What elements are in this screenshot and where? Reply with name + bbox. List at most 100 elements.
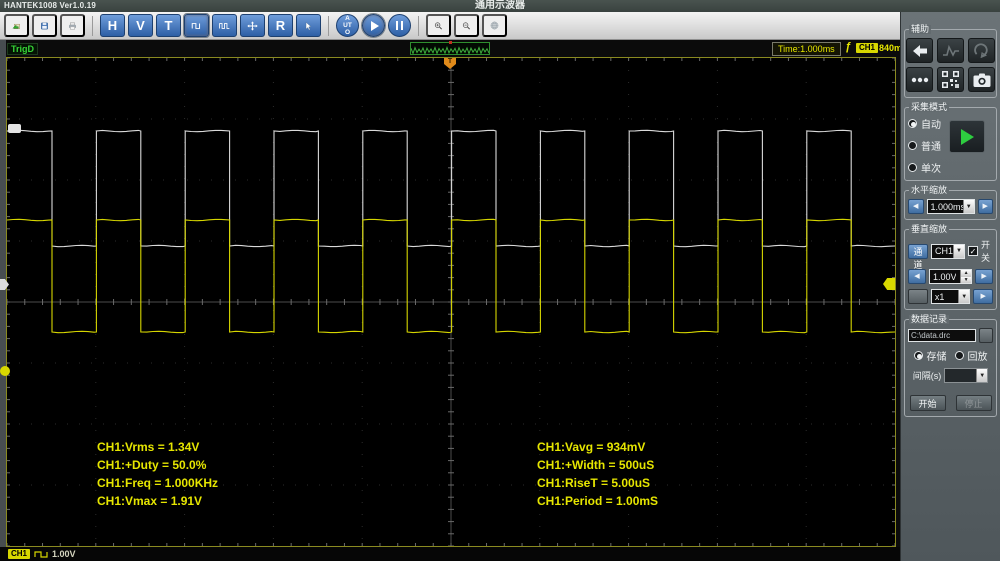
radio-icon[interactable] (913, 351, 923, 360)
oscilloscope-app: HANTEK1008 Ver1.0.19 通用示波器 H V T R AUTO (0, 0, 1000, 561)
control-sidebar: 辅助 采集模式 自动 普通 单次 水平缩放 ◀ 1.000ms ▼ ▶ 垂直缩放… (900, 12, 1000, 561)
window-title: 通用示波器 (475, 0, 525, 11)
title-bar: HANTEK1008 Ver1.0.19 通用示波器 (0, 0, 1000, 12)
trigger-channel-badge: CH1 (856, 43, 879, 53)
measurement-text: CH1:+Width = 500uS (537, 458, 655, 472)
timebase-value: 1.000ms (930, 201, 964, 212)
qr-code-icon (942, 71, 959, 88)
volts-per-div-readout: 1.00V (52, 549, 76, 559)
run-button[interactable] (361, 13, 386, 38)
play-icon (370, 20, 379, 31)
probe-button[interactable] (908, 289, 928, 304)
radio-label: 存储 (926, 352, 947, 363)
camera-icon (973, 73, 990, 87)
open-icon (12, 23, 20, 29)
channel-button[interactable]: 通道 (908, 243, 928, 270)
toolbar-separator (328, 15, 329, 36)
waveform-recall-button (937, 38, 964, 63)
radio-option[interactable]: 存储 (913, 348, 947, 363)
double-square-wave-icon (219, 22, 230, 29)
h-label: H (107, 18, 118, 33)
timebase-decrease-button[interactable]: ◀ (908, 199, 924, 214)
volts-increase-button[interactable]: ▶ (975, 269, 993, 284)
radio-option[interactable]: 普通 (908, 138, 941, 153)
auto-label: AUTO (343, 15, 352, 36)
cursor-icon (305, 21, 312, 30)
acquire-run-button[interactable] (949, 120, 985, 153)
open-button[interactable] (4, 14, 29, 37)
radio-option[interactable]: 自动 (908, 116, 941, 131)
radio-option[interactable]: 单次 (908, 160, 941, 175)
save-button[interactable] (32, 14, 57, 37)
interval-select: ▼ (944, 368, 989, 383)
save-icon (41, 22, 48, 29)
trigger-system-button[interactable]: T (156, 14, 181, 37)
channel-status-bar: CH1 1.00V (0, 547, 900, 561)
zoom-in-button[interactable] (426, 14, 451, 37)
radio-option[interactable]: 回放 (954, 348, 988, 363)
channel1-offset-marker[interactable] (0, 366, 10, 376)
toolbar: H V T R AUTO (0, 12, 900, 40)
redo-arrow-icon (973, 43, 988, 58)
print-icon (69, 22, 76, 29)
autoset-button[interactable]: AUTO (336, 14, 359, 37)
probe-next-button[interactable]: ▶ (973, 289, 993, 304)
zoom-out-button[interactable] (454, 14, 479, 37)
timebase-select[interactable]: 1.000ms ▼ (926, 199, 975, 214)
zoom-in-icon (434, 21, 443, 30)
acquire-options: 自动 普通 单次 (908, 116, 941, 175)
spinner-arrows-icon[interactable]: ▲ ▼ (960, 270, 972, 283)
record-start-button[interactable]: 开始 (909, 395, 946, 411)
waveform-mode-button[interactable] (183, 13, 210, 38)
radio-icon[interactable] (908, 141, 917, 150)
t-label: T (164, 18, 173, 33)
qrcode-button[interactable] (937, 67, 964, 92)
v-label: V (136, 18, 145, 33)
radio-icon[interactable] (908, 119, 917, 128)
channel1-badge[interactable]: CH1 (8, 549, 31, 559)
screenshot-button[interactable] (968, 67, 995, 92)
run-play-icon (960, 128, 974, 145)
radio-icon[interactable] (908, 163, 917, 172)
channel2-level-tag[interactable] (8, 124, 21, 133)
vertical-system-button[interactable]: V (128, 14, 153, 37)
preview-waveform-icon (410, 46, 490, 55)
chevron-down-icon: ▼ (963, 200, 974, 213)
radio-label: 回放 (967, 352, 988, 363)
waveform-mode2-button[interactable] (212, 14, 237, 37)
horizontal-panel-label: 水平缩放 (909, 185, 950, 195)
channel-enable-checkbox[interactable]: ✓ (968, 246, 978, 256)
horizontal-system-button[interactable]: H (100, 14, 125, 37)
cursor-button[interactable] (296, 14, 321, 37)
measurement-text: CH1:Vrms = 1.34V (97, 440, 200, 454)
r-label: R (275, 18, 286, 33)
expand-view-button[interactable] (240, 14, 265, 37)
record-path-input[interactable] (908, 329, 976, 342)
trigger-icon: ƒ (845, 41, 852, 53)
back-button[interactable] (906, 38, 933, 63)
probe-select[interactable]: x1 ▼ (930, 289, 971, 304)
pulse-icon (942, 44, 959, 57)
switch-label: 开关 (981, 240, 991, 263)
radio-icon[interactable] (954, 351, 964, 360)
print-button[interactable] (60, 14, 85, 37)
acquire-panel-label: 采集模式 (909, 102, 950, 112)
back-arrow-icon (912, 44, 927, 57)
timebase-increase-button[interactable]: ▶ (977, 199, 993, 214)
zoom-out-icon (462, 21, 471, 30)
timebase-readout: Time:1.000ms (772, 42, 841, 56)
channel-value: CH1 (934, 246, 953, 256)
record-stop-button: 停止 (955, 395, 992, 411)
aux-panel-label: 辅助 (909, 24, 932, 34)
memory-preview[interactable] (410, 41, 490, 55)
volts-value: 1.00V (932, 271, 957, 282)
volts-decrease-button[interactable]: ◀ (908, 269, 926, 284)
probe-value: x1 (934, 291, 945, 302)
channel-select[interactable]: CH1 ▼ (930, 243, 965, 259)
preview-position-marker[interactable] (449, 41, 452, 44)
more-options-button[interactable] (906, 67, 933, 92)
browse-button[interactable] (979, 328, 993, 343)
reference-button[interactable]: R (268, 14, 293, 37)
volts-spinner[interactable]: 1.00V ▲ ▼ (928, 269, 973, 284)
pause-button[interactable] (388, 14, 411, 37)
